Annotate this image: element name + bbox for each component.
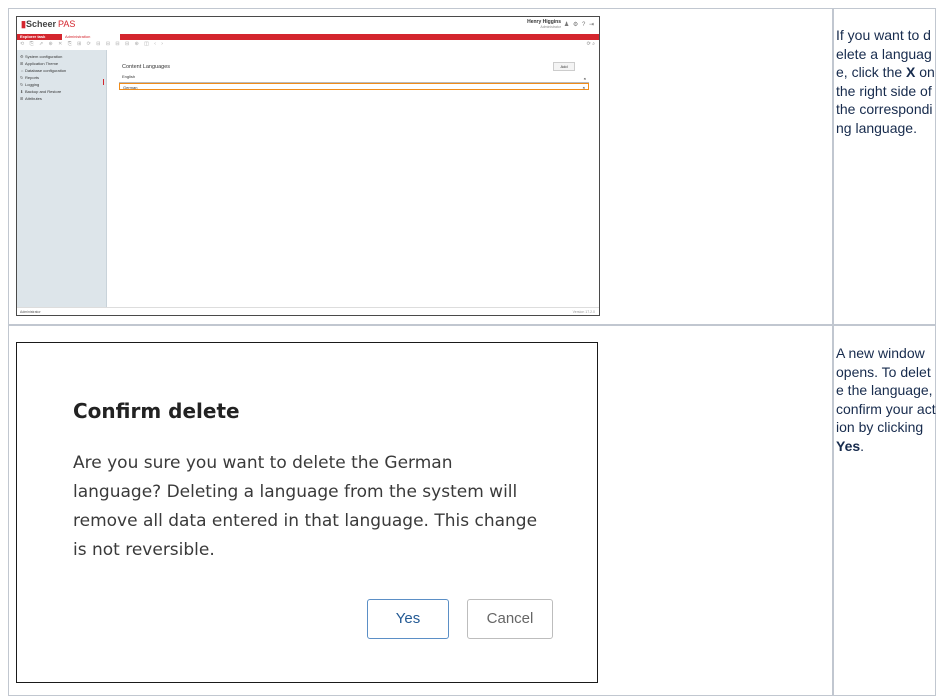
delete-language-icon[interactable]: × bbox=[583, 84, 585, 91]
sidebar-item-label: Reports bbox=[25, 75, 40, 80]
sidebar: ⚙System configuration ⊞ Application Theme… bbox=[17, 50, 107, 307]
dialog-message: Are you sure you want to delete the Germ… bbox=[73, 453, 538, 560]
sidebar-item-database-configuration[interactable]: ⇔Database configuration bbox=[20, 68, 66, 73]
documentation-table: ▮Scheer PAS Henry Higgins Administrator ♟… bbox=[0, 0, 936, 696]
sidebar-item-attributes[interactable]: ⊞ Attributes bbox=[20, 96, 42, 101]
step1-description: If you want to delete a language, click … bbox=[836, 26, 936, 137]
language-name: German bbox=[123, 85, 138, 90]
logo-brand: Scheer bbox=[25, 19, 56, 29]
dialog-title: Confirm delete bbox=[73, 399, 240, 423]
cancel-button[interactable]: Cancel bbox=[467, 599, 553, 639]
step2-description: A new window opens. To delete the langua… bbox=[836, 344, 936, 455]
user-role: Administrator bbox=[540, 25, 561, 29]
description-bold: Yes bbox=[836, 437, 861, 454]
add-language-button[interactable]: Add bbox=[553, 62, 575, 71]
sidebar-item-application-theme[interactable]: ⊞ Application Theme bbox=[20, 61, 58, 66]
status-user: Administrator bbox=[20, 310, 41, 314]
sidebar-item-label: Application Theme bbox=[25, 61, 59, 66]
status-bar: Administrator Version 17.2.0 bbox=[17, 307, 599, 315]
description-text: A new window opens. To delete the langua… bbox=[836, 345, 936, 435]
sidebar-resize-handle[interactable] bbox=[103, 79, 104, 85]
sidebar-item-system-configuration[interactable]: ⚙System configuration bbox=[20, 54, 62, 59]
tab-close-icon[interactable]: × bbox=[116, 34, 118, 40]
page-title: Content Languages bbox=[122, 64, 171, 70]
yes-button[interactable]: Yes bbox=[367, 599, 449, 639]
tab-administration[interactable]: Administration bbox=[62, 34, 120, 40]
language-row: English × bbox=[119, 74, 589, 83]
language-row-highlighted: German × bbox=[119, 83, 589, 90]
app-header: ▮Scheer PAS Henry Higgins Administrator ♟… bbox=[17, 17, 599, 35]
sidebar-item-logging[interactable]: ↻ Logging bbox=[20, 82, 39, 87]
sidebar-item-label: Database configuration bbox=[25, 68, 67, 73]
logo-suffix: PAS bbox=[57, 19, 76, 29]
tab-bar: Explorer task Administration × bbox=[17, 34, 599, 40]
sidebar-item-label: Attributes bbox=[25, 96, 42, 101]
toolbar[interactable]: ⟲ ⎘ ⇗ ⊕ ✕ ⎘ ⊞ ⟳ ⊟ ⊟ ⊟ ⊟ ⊕ ◫ ‹ › bbox=[17, 41, 599, 48]
description-text: . bbox=[860, 437, 865, 454]
sidebar-item-backup-restore[interactable]: ⬇ Backup and Restore bbox=[20, 89, 61, 94]
main-content: Content Languages Add English × German × bbox=[107, 50, 597, 307]
confirm-delete-dialog: Confirm delete Are you sure you want to … bbox=[16, 342, 598, 683]
version-label: Version 17.2.0 bbox=[572, 310, 595, 314]
delete-language-icon[interactable]: × bbox=[584, 75, 586, 82]
header-icons[interactable]: ♟ ⚙ ? ⇥ bbox=[564, 21, 595, 28]
sidebar-item-label: Logging bbox=[25, 82, 40, 87]
admin-screenshot: ▮Scheer PAS Henry Higgins Administrator ♟… bbox=[16, 16, 600, 316]
sidebar-item-reports[interactable]: ↻ Reports bbox=[20, 75, 39, 80]
language-name: English bbox=[122, 74, 136, 79]
sidebar-item-label: Backup and Restore bbox=[25, 89, 62, 94]
description-bold: X bbox=[906, 64, 916, 80]
tab-explorer[interactable]: Explorer task bbox=[17, 34, 67, 40]
sidebar-item-label: System configuration bbox=[25, 54, 63, 59]
refresh-search-icons[interactable]: ⟳ ⌕ bbox=[587, 41, 595, 48]
scheer-pas-logo: ▮Scheer PAS bbox=[21, 19, 75, 30]
